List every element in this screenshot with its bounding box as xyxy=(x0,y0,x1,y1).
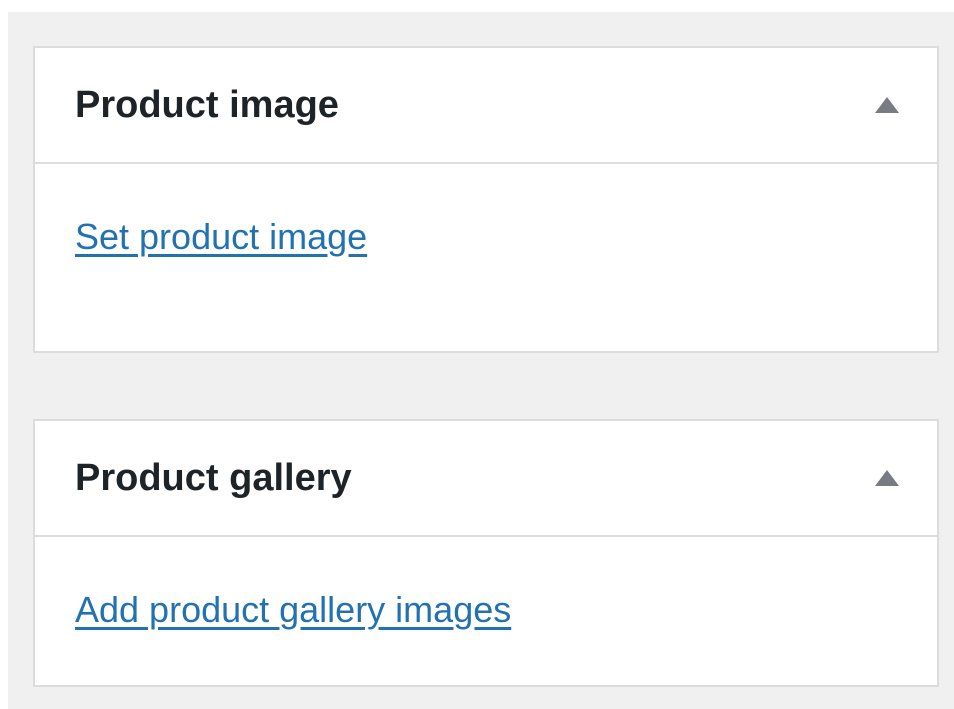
product-image-panel-body: Set product image xyxy=(35,164,937,258)
triangle-up-icon[interactable] xyxy=(875,470,899,486)
triangle-up-icon[interactable] xyxy=(875,97,899,113)
product-gallery-panel: Product gallery Add product gallery imag… xyxy=(33,419,939,687)
product-gallery-title: Product gallery xyxy=(75,456,352,499)
add-product-gallery-images-link[interactable]: Add product gallery images xyxy=(75,589,511,630)
set-product-image-link[interactable]: Set product image xyxy=(75,216,367,257)
product-image-panel-header[interactable]: Product image xyxy=(35,48,937,164)
product-gallery-panel-header[interactable]: Product gallery xyxy=(35,421,937,537)
product-image-title: Product image xyxy=(75,83,339,126)
metabox-sidebar: Product image Set product image Product … xyxy=(8,12,954,709)
product-gallery-panel-body: Add product gallery images xyxy=(35,537,937,631)
product-image-panel: Product image Set product image xyxy=(33,46,939,353)
